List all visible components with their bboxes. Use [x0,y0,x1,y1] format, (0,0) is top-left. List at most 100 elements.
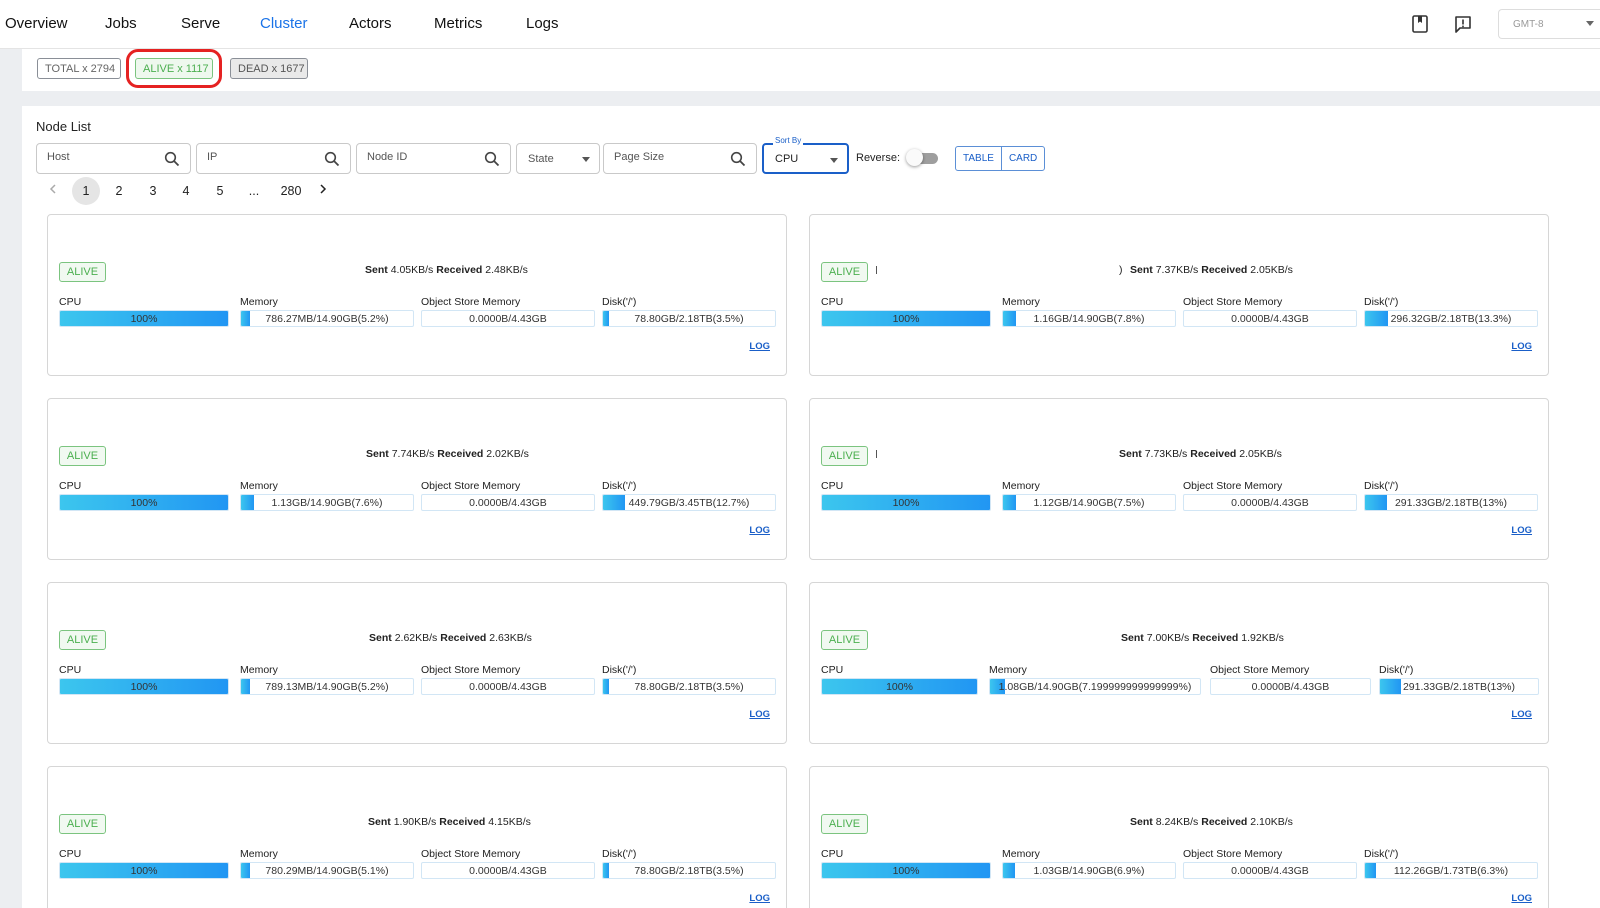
node-state-badge: ALIVE [59,630,106,650]
tab-cluster[interactable]: Cluster [260,15,308,32]
memory-usage-bar: 1.12GB/14.90GB(7.5%) [1002,494,1176,511]
memory-usage-bar-text: 1.08GB/14.90GB(7.199999999999999%) [998,681,1192,693]
object-store-usage-bar-text: 0.0000B/4.43GB [1231,865,1309,877]
cpu-usage-bar-text: 100% [892,865,920,877]
object-store-usage-bar: 0.0000B/4.43GB [421,678,595,695]
cpu-label: CPU [59,664,82,676]
disk-label: Disk('/') [602,664,637,676]
state-select[interactable]: State [516,143,600,174]
ip-search[interactable] [196,143,351,174]
object-store-usage-bar: 0.0000B/4.43GB [421,862,595,879]
log-link[interactable]: LOG [749,341,770,352]
page-button-3[interactable]: 3 [139,177,167,205]
received-value: 2.05KB/s [1239,448,1282,460]
tab-metrics[interactable]: Metrics [434,15,482,32]
left-rail [0,49,22,908]
tab-jobs[interactable]: Jobs [105,15,137,32]
page-button-280[interactable]: 280 [274,177,308,205]
memory-usage-bar-text: 1.03GB/14.90GB(6.9%) [1033,865,1145,877]
log-link[interactable]: LOG [749,525,770,536]
log-link[interactable]: LOG [1511,893,1532,904]
node-card: ALIVE Sent 8.24KB/s Received 2.10KB/s CPU M… [809,766,1549,908]
hostname-cursor-mark [876,450,877,458]
memory-usage-bar-text: 1.13GB/14.90GB(7.6%) [271,497,383,509]
cpu-usage-bar-text: 100% [130,313,158,325]
object-store-label: Object Store Memory [421,848,521,860]
disk-usage-bar: 78.80GB/2.18TB(3.5%) [602,310,776,327]
sent-value: 8.24KB/s [1155,816,1199,828]
disk-label: Disk('/') [1364,848,1399,860]
chevron-right-icon[interactable] [316,182,330,196]
sort-by-value: CPU [775,153,799,165]
received-label: Received [1192,632,1239,644]
reverse-label: Reverse: [856,152,901,164]
search-icon[interactable] [484,151,500,167]
search-icon[interactable] [730,151,746,167]
section-divider [22,91,1600,106]
object-store-usage-bar-text: 0.0000B/4.43GB [1251,681,1330,693]
log-link[interactable]: LOG [749,709,770,720]
disk-label: Disk('/') [602,848,637,860]
disk-usage-bar: 291.33GB/2.18TB(13%) [1379,678,1539,695]
tab-serve[interactable]: Serve [181,15,220,32]
node-state-badge: ALIVE [59,262,106,282]
host-search[interactable] [36,143,191,174]
log-link[interactable]: LOG [1511,709,1532,720]
search-icon[interactable] [164,151,180,167]
node-id-search[interactable] [356,143,511,174]
page-button-1[interactable]: 1 [72,177,100,205]
chevron-left-icon[interactable] [46,182,60,196]
disk-label: Disk('/') [602,296,637,308]
log-link[interactable]: LOG [1511,341,1532,352]
network-stats: Sent 8.24KB/s Received 2.10KB/s [1130,816,1293,828]
page-size-input-field[interactable] [603,143,757,174]
table-view-button[interactable]: TABLE [956,147,1001,170]
memory-label: Memory [240,848,278,860]
sort-by-legend: Sort By [773,136,804,145]
annotation-highlight-circle [126,49,222,88]
tab-overview[interactable]: Overview [5,15,68,32]
object-store-usage-bar: 0.0000B/4.43GB [1183,494,1357,511]
tab-logs[interactable]: Logs [526,15,559,32]
feedback-alert-icon[interactable] [1453,14,1473,34]
total-nodes-chip[interactable]: TOTAL x 2794 [37,58,121,79]
cpu-usage-bar: 100% [821,678,978,695]
timezone-select[interactable]: GMT-8 [1498,9,1600,39]
page-button-4[interactable]: 4 [172,177,200,205]
reverse-toggle[interactable] [906,149,938,166]
page-button-2[interactable]: 2 [105,177,133,205]
cpu-label: CPU [821,296,844,308]
object-store-label: Object Store Memory [421,480,521,492]
memory-label: Memory [240,480,278,492]
sent-value: 4.05KB/s [390,264,434,276]
node-state-badge: ALIVE [59,814,106,834]
network-stats: Sent 7.37KB/s Received 2.05KB/s [1130,264,1293,276]
log-link[interactable]: LOG [1511,525,1532,536]
sort-by-select[interactable]: Sort By CPU [762,136,849,174]
cpu-usage-bar-text: 100% [892,313,920,325]
memory-label: Memory [989,664,1027,676]
object-store-usage-bar: 0.0000B/4.43GB [1210,678,1371,695]
cpu-usage-bar: 100% [59,494,229,511]
page-button-5[interactable]: 5 [206,177,234,205]
sent-label: Sent [1130,264,1153,276]
received-label: Received [1201,264,1248,276]
page-size-input[interactable] [614,151,714,163]
host-input[interactable] [47,151,147,163]
cpu-usage-bar: 100% [821,862,991,879]
node-card: ALIVE Sent 1.90KB/s Received 4.15KB/s CPU M… [47,766,787,908]
docs-book-icon[interactable] [1410,14,1430,34]
received-label: Received [1190,448,1237,460]
network-stats: Sent 7.74KB/s Received 2.02KB/s [366,448,529,460]
object-store-label: Object Store Memory [421,664,521,676]
dead-nodes-chip[interactable]: DEAD x 1677 [230,58,308,79]
search-icon[interactable] [324,151,340,167]
tab-actors[interactable]: Actors [349,15,392,32]
log-link[interactable]: LOG [749,893,770,904]
card-view-button[interactable]: CARD [1000,147,1044,170]
node-id-input[interactable] [367,151,467,163]
memory-label: Memory [1002,480,1040,492]
memory-usage-bar: 1.13GB/14.90GB(7.6%) [240,494,414,511]
ip-input[interactable] [207,151,307,163]
memory-usage-bar-text: 786.27MB/14.90GB(5.2%) [265,313,389,325]
